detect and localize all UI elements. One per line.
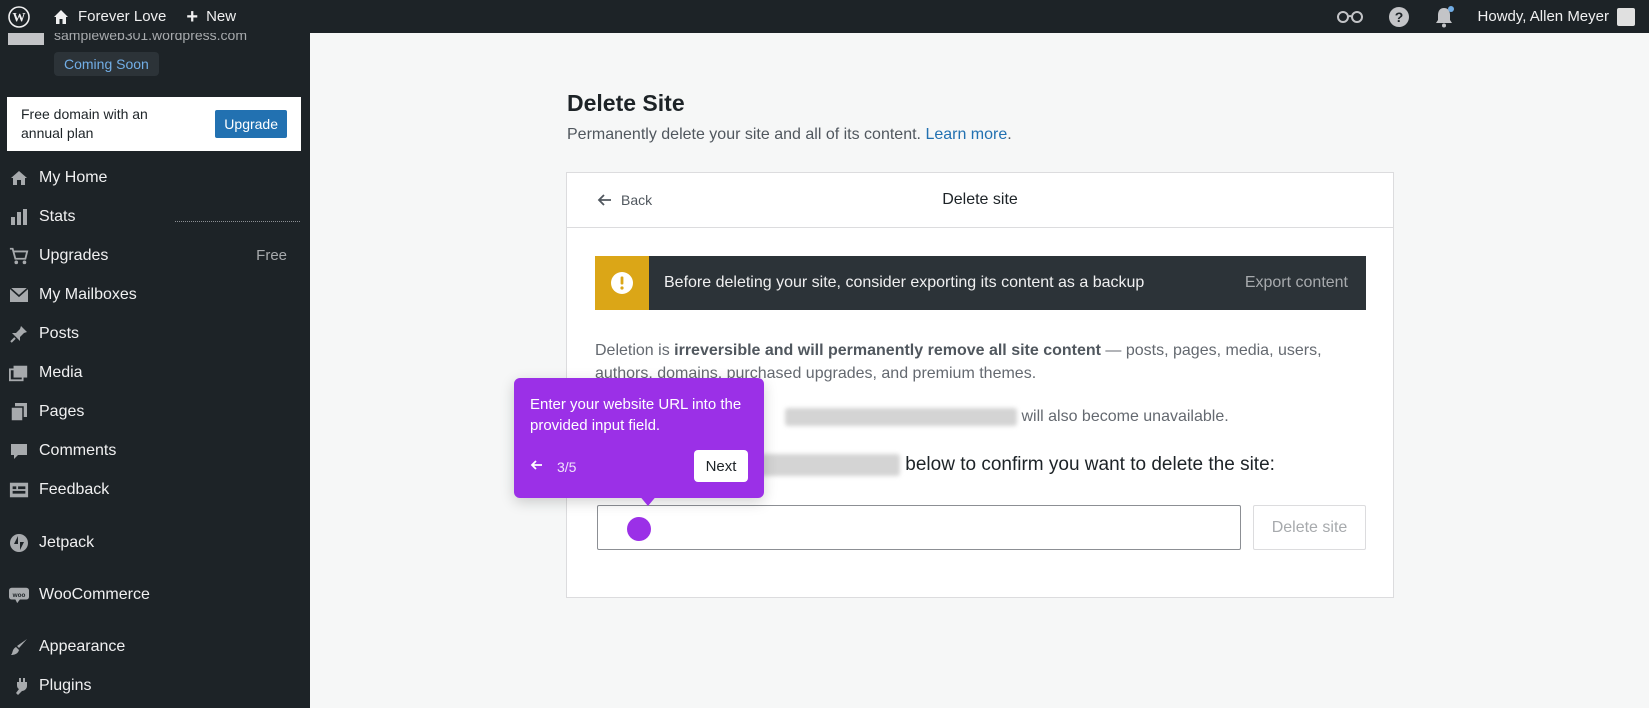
notice-text: Before deleting your site, consider expo…: [664, 274, 1145, 291]
sidebar-item-label: My Home: [39, 168, 108, 186]
sidebar-item-jetpack[interactable]: Jetpack: [0, 523, 310, 562]
sidebar-item-label: Feedback: [39, 480, 110, 498]
sidebar-item-appearance[interactable]: Appearance: [0, 627, 310, 666]
sidebar-item-posts[interactable]: Posts: [0, 314, 310, 353]
tour-beacon: [627, 517, 651, 541]
plugin-icon: [9, 676, 29, 696]
tour-tooltip: Enter your website URL into the provided…: [514, 378, 764, 506]
tooltip-pointer: [638, 494, 658, 506]
sidebar-item-my-home[interactable]: My Home: [0, 158, 310, 197]
user-account-menu[interactable]: Howdy, Allen Meyer: [1466, 0, 1649, 33]
sidebar-item-label: My Mailboxes: [39, 285, 137, 303]
stats-icon: [9, 207, 29, 227]
export-content-link[interactable]: Export content: [1245, 274, 1348, 292]
sidebar-item-upgrades[interactable]: Upgrades Free: [0, 236, 310, 275]
sidebar-item-my-mailboxes[interactable]: My Mailboxes: [0, 275, 310, 314]
sidebar-item-label: Pages: [39, 402, 85, 420]
help-icon[interactable]: ?: [1376, 0, 1422, 33]
new-content-link[interactable]: + New: [174, 0, 244, 33]
sidebar-item-pages[interactable]: Pages: [0, 392, 310, 431]
sidebar-item-label: Plugins: [39, 676, 92, 694]
sidebar-item-media[interactable]: Media: [0, 353, 310, 392]
upgrade-button[interactable]: Upgrade: [215, 110, 287, 138]
sidebar-item-comments[interactable]: Comments: [0, 431, 310, 470]
home-icon: [52, 8, 70, 26]
svg-text:?: ?: [1394, 9, 1403, 25]
site-name-link[interactable]: Forever Love: [38, 0, 174, 33]
delete-site-button[interactable]: Delete site: [1253, 505, 1366, 550]
site-url[interactable]: sampleweb301.wordpress.com: [54, 33, 247, 43]
sidebar-item-label: Stats: [39, 207, 76, 225]
export-notice: Before deleting your site, consider expo…: [595, 256, 1366, 310]
wordpress-logo-icon[interactable]: W: [0, 0, 38, 33]
sidebar-item-label: Jetpack: [39, 533, 95, 551]
avatar: [1617, 7, 1635, 26]
media-icon: [9, 363, 29, 383]
admin-sidebar: sampleweb301.wordpress.com Coming Soon F…: [0, 33, 310, 708]
promo-text: Free domain with an annual plan: [21, 106, 148, 141]
page-subtitle: Permanently delete your site and all of …: [567, 126, 1012, 143]
subtitle-text: Permanently delete your site and all of …: [567, 126, 921, 143]
main-content: Delete Site Permanently delete your site…: [310, 33, 1649, 708]
site-icon: [8, 33, 44, 45]
stats-sparkline: [175, 221, 300, 222]
upgrades-free-badge: Free: [256, 247, 287, 264]
redacted-site-address: x: [758, 454, 900, 476]
pin-icon: [9, 324, 29, 344]
warning-icon: [595, 256, 649, 310]
sidebar-item-woocommerce[interactable]: woo WooCommerce: [0, 575, 310, 614]
notifications-bell-icon[interactable]: [1422, 0, 1466, 33]
feedback-icon: [9, 480, 29, 500]
svg-text:woo: woo: [12, 591, 26, 598]
confirm-site-url-input[interactable]: [597, 505, 1241, 550]
sidebar-item-label: Posts: [39, 324, 80, 342]
tour-text: Enter your website URL into the provided…: [530, 396, 742, 434]
comment-icon: [9, 441, 29, 461]
learn-more-link[interactable]: Learn more: [925, 126, 1007, 143]
sidebar-item-label: Comments: [39, 441, 117, 459]
mail-icon: [9, 285, 29, 305]
page-title: Delete Site: [567, 90, 685, 116]
admin-bar: W Forever Love + New ? Howdy, Allen Meye…: [0, 0, 1649, 33]
tour-step-count: 3/5: [557, 459, 577, 475]
card-header-title: Delete site: [942, 191, 1018, 208]
home-icon: [9, 168, 29, 188]
cart-icon: [9, 246, 29, 266]
card-header: Back Delete site: [567, 173, 1393, 228]
sidebar-item-label: Media: [39, 363, 83, 381]
new-label: New: [206, 8, 237, 25]
svg-text:W: W: [13, 9, 26, 24]
reader-glasses-icon[interactable]: [1324, 0, 1376, 33]
woo-icon: woo: [9, 585, 29, 605]
sidebar-item-feedback[interactable]: Feedback: [0, 470, 310, 509]
site-name: Forever Love: [78, 8, 167, 25]
sidebar-item-stats[interactable]: Stats: [0, 197, 310, 236]
jetpack-icon: [9, 533, 29, 553]
upgrade-promo: Free domain with an annual plan Upgrade: [7, 97, 301, 151]
sidebar-item-label: WooCommerce: [39, 585, 150, 603]
redacted-domain: x: [785, 408, 1017, 426]
tour-prev-arrow-icon[interactable]: [530, 458, 544, 477]
sidebar-item-label: Appearance: [39, 637, 126, 655]
pages-icon: [9, 402, 29, 422]
greeting-text: Howdy, Allen Meyer: [1477, 8, 1609, 25]
tour-next-button[interactable]: Next: [694, 450, 748, 482]
brush-icon: [9, 637, 29, 657]
sidebar-menu: My Home Stats Upgrades Free My Mailboxes…: [0, 158, 310, 705]
sidebar-item-plugins[interactable]: Plugins: [0, 666, 310, 705]
coming-soon-badge: Coming Soon: [54, 52, 159, 76]
sidebar-item-label: Upgrades: [39, 246, 109, 264]
plus-icon: +: [186, 5, 199, 28]
